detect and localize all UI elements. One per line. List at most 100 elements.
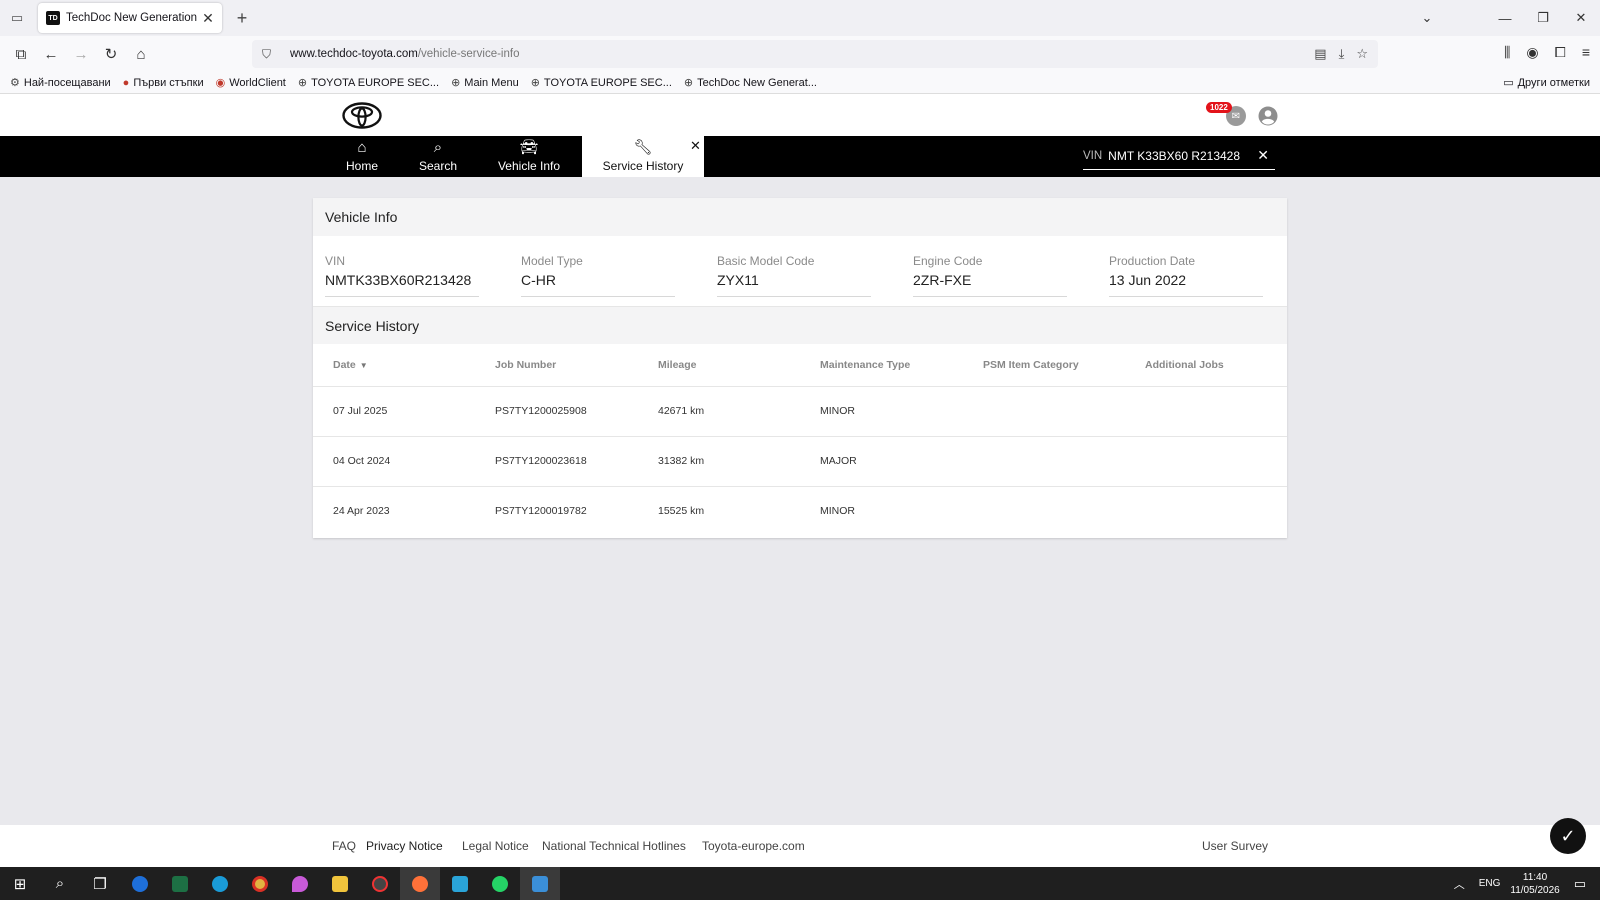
cell-psm-item-category (963, 386, 1125, 436)
vehicle-info-heading: Vehicle Info (313, 198, 1287, 236)
nav-home[interactable]: ⌂ Home (332, 136, 392, 177)
globe-icon: ⊕ (297, 77, 308, 89)
bookmark-item[interactable]: ⊕ TOYOTA EUROPE SEC... (530, 76, 672, 90)
wrench-icon: 🔧︎ (633, 139, 653, 156)
edge-icon[interactable] (200, 867, 240, 900)
whatsapp-icon[interactable] (480, 867, 520, 900)
search-icon[interactable]: ⌕ (40, 867, 80, 900)
bookmark-item[interactable]: ◉ WorldClient (216, 76, 286, 90)
tab-list-icon[interactable]: ▭ (0, 0, 34, 36)
other-bookmarks[interactable]: ▭ Други отметки (1503, 76, 1590, 90)
service-history-close-icon[interactable]: ✕ (690, 138, 701, 154)
cell-additional-jobs (1125, 436, 1287, 486)
vin-field: VIN NMTK33BX60R213428 (325, 254, 479, 297)
bookmark-star-icon[interactable]: ☆ (1356, 46, 1368, 62)
column-header-date[interactable]: Date ▼ (313, 344, 475, 386)
column-header-mileage[interactable]: Mileage (638, 344, 800, 386)
url-bar[interactable]: ⛉ www.techdoc-toyota.com/vehicle-service… (252, 40, 1378, 68)
table-row[interactable]: 07 Jul 2025 PS7TY1200025908 42671 km MIN… (313, 386, 1287, 436)
extensions-icon[interactable]: ⧠ (1555, 44, 1566, 61)
back-button[interactable]: ← (36, 40, 66, 68)
excel-icon[interactable] (160, 867, 200, 900)
column-header-maintenance-type[interactable]: Maintenance Type (800, 344, 963, 386)
firefox-icon[interactable] (400, 867, 440, 900)
toyota-logo-icon[interactable] (342, 102, 382, 129)
chrome-icon[interactable] (240, 867, 280, 900)
cell-job-number: PS7TY1200025908 (495, 405, 587, 417)
minimize-button[interactable]: — (1486, 11, 1524, 26)
save-page-icon[interactable]: ⤓ (1339, 46, 1345, 62)
app-drop-icon[interactable] (280, 867, 320, 900)
reload-button[interactable]: ↻ (96, 40, 126, 68)
basic-model-code-field: Basic Model Code ZYX11 (717, 254, 871, 297)
home-icon: ⌂ (357, 139, 367, 156)
globe-icon: ⊕ (530, 77, 540, 89)
outlook-icon[interactable] (120, 867, 160, 900)
url-path: /vehicle-service-info (417, 48, 520, 60)
footer-link-legal[interactable]: Legal Notice (462, 839, 529, 853)
nav-vehicle-info[interactable]: 🚘︎ Vehicle Info (486, 136, 572, 177)
table-row[interactable]: 04 Oct 2024 PS7TY1200023618 31382 km MAJ… (313, 436, 1287, 486)
menu-icon[interactable]: ≡ (1582, 44, 1590, 61)
globe-icon: ⊕ (683, 77, 694, 89)
column-header-additional-jobs[interactable]: Additional Jobs (1125, 344, 1287, 386)
window-close-button[interactable]: ✕ (1562, 10, 1600, 26)
column-header-psm-item-category[interactable]: PSM Item Category (963, 344, 1125, 386)
tab-overflow-chevron-icon[interactable]: ⌄ (1408, 10, 1446, 26)
url-domain: www.techdoc-toyota.com (290, 48, 418, 60)
nav-service-history[interactable]: 🔧︎ Service History (582, 136, 704, 177)
bookmark-item[interactable]: ⚙ Най-посещавани (10, 76, 111, 90)
task-view-icon[interactable]: ❐ (80, 867, 120, 900)
footer-link-faq[interactable]: FAQ (332, 839, 356, 853)
home-button[interactable]: ⌂ (126, 40, 156, 68)
sort-desc-icon[interactable]: ▼ (360, 361, 368, 370)
bookmark-item[interactable]: ● Първи стъпки (123, 77, 204, 89)
account-icon[interactable]: ◉ (1526, 44, 1538, 61)
language-indicator[interactable]: ENG (1479, 878, 1501, 889)
footer-link-privacy[interactable]: Privacy Notice (366, 839, 443, 853)
app-pen-icon[interactable] (520, 867, 560, 900)
restore-button[interactable]: ❐ (1524, 10, 1562, 26)
new-tab-button[interactable]: + (232, 8, 252, 29)
cell-additional-jobs (1125, 486, 1287, 536)
footer-link-hotlines[interactable]: National Technical Hotlines (542, 839, 686, 853)
app-circle-icon[interactable] (360, 867, 400, 900)
vin-search-label: VIN (1083, 149, 1103, 162)
browser-tab[interactable]: TD TechDoc New Generation ✕ (38, 3, 222, 33)
bookmark-item[interactable]: ⊕ TechDoc New Generat... (683, 76, 817, 90)
windows-start-icon[interactable]: ⊞ (0, 867, 40, 900)
footer-link-user-survey[interactable]: User Survey (1202, 839, 1268, 853)
tray-expand-icon[interactable]: ︿ (1454, 876, 1465, 892)
library-icon[interactable]: ⫼ (1504, 44, 1510, 61)
notifications-icon[interactable]: ▭ (1574, 876, 1586, 892)
shield-icon[interactable]: ⛉ (262, 47, 276, 62)
clear-vin-icon[interactable]: ✕ (1257, 147, 1269, 164)
app-window-icon[interactable] (440, 867, 480, 900)
footer-link-toyota-europe[interactable]: Toyota-europe.com (702, 839, 805, 853)
techdoc-favicon-icon: TD (46, 11, 60, 25)
system-tray: ︿ ENG 11:40 11/05/2026 ▭ (1454, 867, 1600, 900)
vehicle-service-card: Vehicle Info VIN NMTK33BX60R213428 Model… (313, 198, 1287, 538)
file-explorer-icon[interactable] (320, 867, 360, 900)
reader-view-icon[interactable]: ▤ (1314, 46, 1326, 62)
cell-job-number: PS7TY1200019782 (495, 505, 587, 518)
vin-search-field[interactable]: VIN NMT K33BX60 R213428 ✕ (1083, 142, 1275, 170)
column-header-job-number[interactable]: Job Number (475, 344, 638, 386)
user-account-icon[interactable] (1258, 106, 1278, 126)
service-history-heading: Service History (313, 306, 1287, 344)
clock[interactable]: 11:40 11/05/2026 (1510, 871, 1559, 897)
vin-search-value[interactable]: NMT K33BX60 R213428 (1108, 149, 1240, 163)
tab-close-icon[interactable]: ✕ (200, 10, 216, 27)
cell-date: 04 Oct 2024 (333, 455, 391, 467)
cell-date: 24 Apr 2023 (333, 505, 390, 518)
firefox-icon: ● (122, 76, 130, 89)
sidebar-toggle-icon[interactable]: ⧉ (6, 40, 36, 68)
forward-button[interactable]: → (66, 40, 96, 68)
engine-code-field: Engine Code 2ZR-FXE (913, 254, 1067, 297)
bookmark-item[interactable]: ⊕ TOYOTA EUROPE SEC... (297, 76, 439, 90)
browser-tab-strip: ▭ TD TechDoc New Generation ✕ + ⌄ — ❐ ✕ (0, 0, 1600, 36)
table-row[interactable]: 24 Apr 2023 PS7TY1200019782 15525 km MIN… (313, 486, 1287, 536)
nav-search[interactable]: ⌕ Search (408, 136, 468, 177)
cookie-settings-icon[interactable]: ✓ (1550, 818, 1586, 854)
bookmark-item[interactable]: ⊕ Main Menu (451, 76, 519, 90)
